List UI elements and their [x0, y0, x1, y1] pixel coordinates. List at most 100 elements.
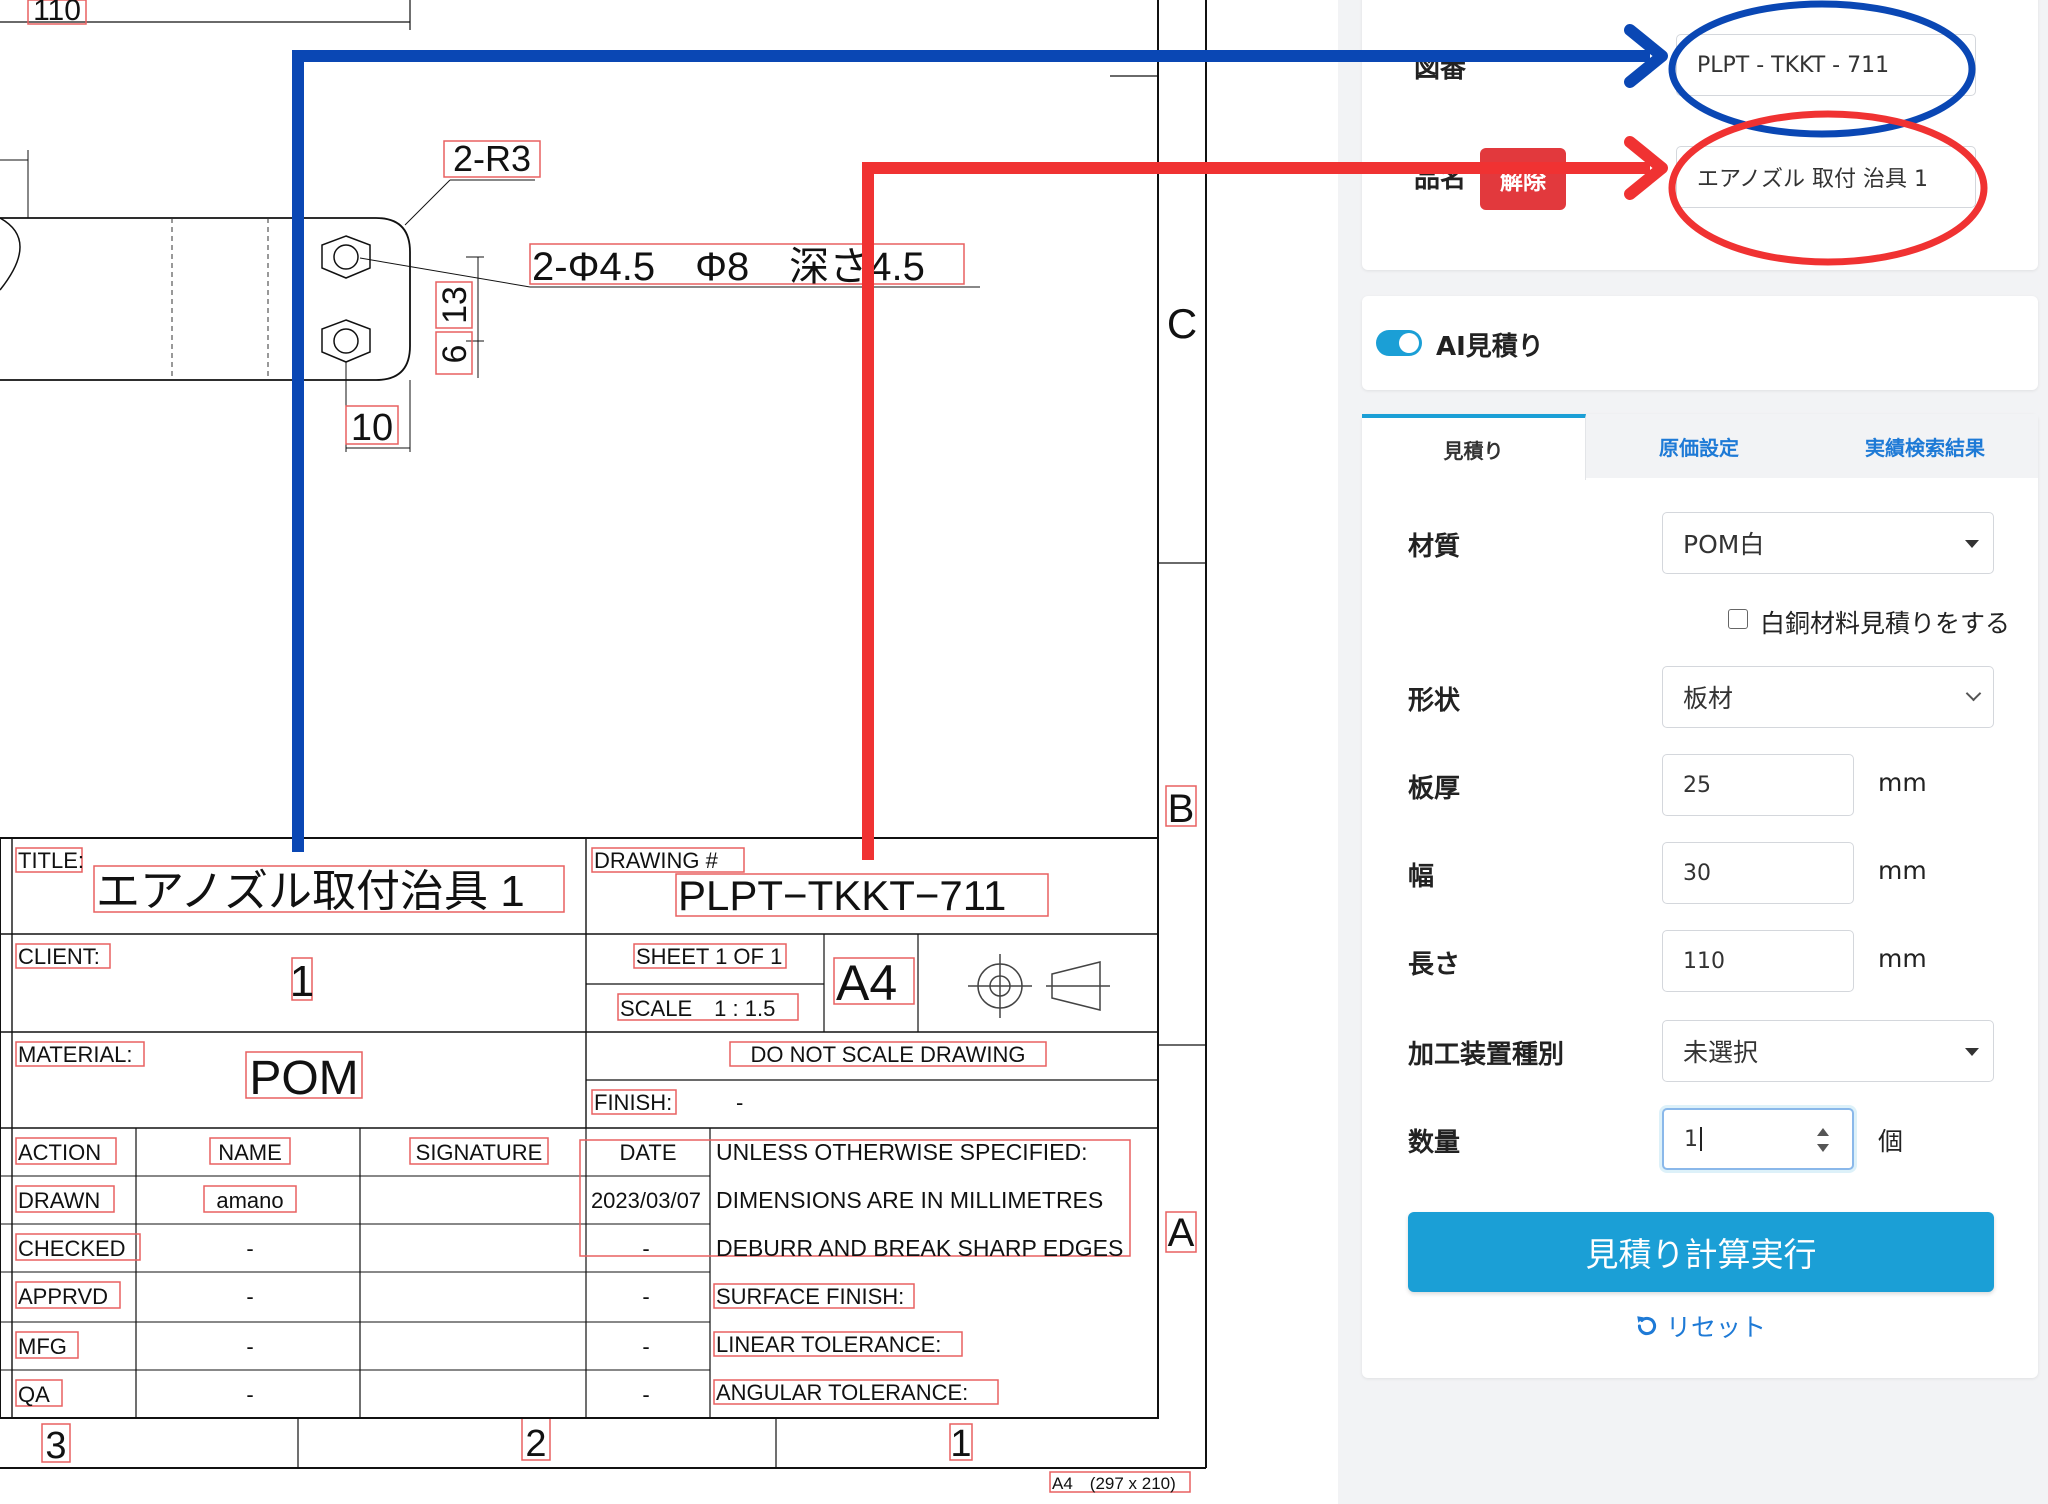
width-input[interactable]: 30	[1662, 842, 1854, 904]
tb-drawing-label: DRAWING #	[594, 848, 719, 873]
tb-scale: SCALE 1 : 1.5	[620, 996, 775, 1021]
hole-upper	[321, 235, 371, 279]
thickness-unit: mm	[1878, 768, 1927, 797]
dim-top: 110	[33, 0, 81, 27]
tb-title-value: エアノズル取付治具 1	[96, 867, 525, 916]
zone-a: A	[1168, 1211, 1195, 1255]
tb-note: ANGULAR TOLERANCE:	[716, 1380, 968, 1405]
tb-row-date: -	[642, 1334, 649, 1359]
tb-header-action: ACTION	[18, 1140, 101, 1165]
width-unit: mm	[1878, 856, 1927, 885]
stepper-down-icon[interactable]	[1817, 1144, 1829, 1152]
chevron-down-icon	[1965, 540, 1979, 548]
tb-row-action: CHECKED	[18, 1236, 126, 1261]
tb-row-name: amano	[216, 1188, 283, 1213]
tb-title-label: TITLE:	[18, 848, 84, 873]
tb-material-label: MATERIAL:	[18, 1042, 133, 1067]
dim-r3: 2-R3	[453, 138, 531, 179]
tb-paper: A4	[836, 955, 897, 1011]
release-button[interactable]: 解除	[1480, 148, 1566, 210]
cupronickel-checkbox-label: 白銅材料見積りをする	[1760, 609, 2011, 638]
column-1: 1	[950, 1423, 971, 1465]
shape-value: 板材	[1683, 684, 1734, 713]
part-name-label: 品名	[1414, 164, 1467, 194]
zone-b: B	[1168, 787, 1195, 831]
shape-select[interactable]: 板材	[1662, 666, 1994, 728]
tb-row-date: -	[642, 1236, 649, 1261]
reset-link[interactable]: リセット	[1362, 1306, 2038, 1346]
stepper-arrows-icon[interactable]	[1816, 1126, 1830, 1154]
tab-cost-settings-label: 原価設定	[1659, 435, 1739, 460]
width-value: 30	[1683, 860, 1711, 886]
tb-row-action: QA	[18, 1382, 50, 1407]
tb-header-date: DATE	[619, 1140, 676, 1165]
zone-c: C	[1167, 300, 1197, 347]
tb-row-name: -	[246, 1382, 253, 1407]
part-name-value: エアノズル 取付 治具 1	[1697, 167, 1928, 192]
width-label: 幅	[1408, 862, 1435, 892]
tb-header-name: NAME	[218, 1140, 282, 1165]
tb-row-action: MFG	[18, 1334, 67, 1359]
drawing-no-field[interactable]: PLPT - TKKT - 711	[1676, 34, 1976, 96]
tb-note: DEBURR AND BREAK SHARP EDGES	[716, 1235, 1123, 1261]
tb-row-action: APPRVD	[18, 1284, 108, 1309]
chevron-down-icon	[1965, 1048, 1979, 1056]
column-2: 2	[525, 1423, 546, 1465]
cupronickel-checkbox[interactable]	[1728, 609, 1748, 629]
quantity-label: 数量	[1408, 1128, 1461, 1158]
tb-row-name: -	[246, 1236, 253, 1261]
quantity-unit: 個	[1878, 1127, 1904, 1156]
tb-note: UNLESS OTHERWISE SPECIFIED:	[716, 1139, 1087, 1165]
column-3: 3	[45, 1425, 66, 1467]
tb-note: SURFACE FINISH:	[716, 1284, 904, 1309]
dim-6: 6	[436, 345, 474, 364]
tb-row-name: -	[246, 1284, 253, 1309]
drawing-viewer[interactable]: 110 2-R3 2-Φ4.5 Φ8 深さ4.5 13 6 10 C B A 3…	[0, 0, 1338, 1504]
ai-estimate-toggle[interactable]	[1376, 330, 1422, 356]
toggle-knob	[1399, 333, 1419, 353]
tab-search-results-label: 実績検索結果	[1865, 435, 1985, 460]
sheet-size-label: A4 (297 x 210)	[1052, 1474, 1176, 1493]
drawing-no-value: PLPT - TKKT - 711	[1697, 52, 1890, 78]
calculate-estimate-button[interactable]: 見積り計算実行	[1408, 1212, 1994, 1292]
tb-material-value: POM	[249, 1052, 358, 1105]
tb-client-label: CLIENT:	[18, 944, 100, 969]
tab-estimate[interactable]: 見積り	[1362, 414, 1586, 480]
estimate-form-card: 見積り 原価設定 実績検索結果 材質 POM白 白銅材料見積りをする 形状 板材…	[1362, 414, 2038, 1378]
drawing-no-label: 図番	[1414, 54, 1467, 84]
tb-sheet: SHEET 1 OF 1	[636, 944, 782, 969]
quantity-stepper[interactable]: 1	[1662, 1108, 1854, 1170]
tb-note: DIMENSIONS ARE IN MILLIMETRES	[716, 1187, 1103, 1213]
part-name-field[interactable]: エアノズル 取付 治具 1	[1676, 146, 1976, 208]
thickness-value: 25	[1683, 772, 1711, 798]
machine-type-select[interactable]: 未選択	[1662, 1020, 1994, 1082]
reset-icon	[1637, 1316, 1657, 1336]
dim-10: 10	[351, 407, 393, 449]
tb-client-value: 1	[290, 957, 314, 1006]
tb-header-signature: SIGNATURE	[416, 1140, 543, 1165]
tab-cost-settings[interactable]: 原価設定	[1586, 414, 1812, 478]
material-select[interactable]: POM白	[1662, 512, 1994, 574]
shape-label: 形状	[1408, 686, 1461, 716]
material-value: POM白	[1683, 530, 1765, 559]
release-button-label: 解除	[1500, 169, 1546, 195]
tb-finish-value: -	[736, 1090, 743, 1115]
length-value: 110	[1683, 948, 1725, 974]
dim-hole-callout: 2-Φ4.5 Φ8 深さ4.5	[532, 245, 925, 289]
tb-do-not-scale: DO NOT SCALE DRAWING	[750, 1042, 1025, 1067]
tab-search-results[interactable]: 実績検索結果	[1812, 414, 2038, 478]
tb-drawing-value: PLPT−TKKT−711	[678, 872, 1006, 919]
thickness-label: 板厚	[1408, 774, 1461, 804]
tb-row-date: 2023/03/07	[591, 1188, 701, 1213]
length-unit: mm	[1878, 944, 1927, 973]
length-input[interactable]: 110	[1662, 930, 1854, 992]
stepper-up-icon[interactable]	[1817, 1128, 1829, 1136]
length-label: 長さ	[1408, 950, 1461, 980]
machine-type-value: 未選択	[1683, 1038, 1759, 1067]
tab-strip: 見積り 原価設定 実績検索結果	[1362, 414, 2038, 480]
tb-row-date: -	[642, 1382, 649, 1407]
title-block	[0, 837, 1159, 1419]
hole-lower	[321, 319, 371, 363]
thickness-input[interactable]: 25	[1662, 754, 1854, 816]
tb-row-action: DRAWN	[18, 1188, 100, 1213]
